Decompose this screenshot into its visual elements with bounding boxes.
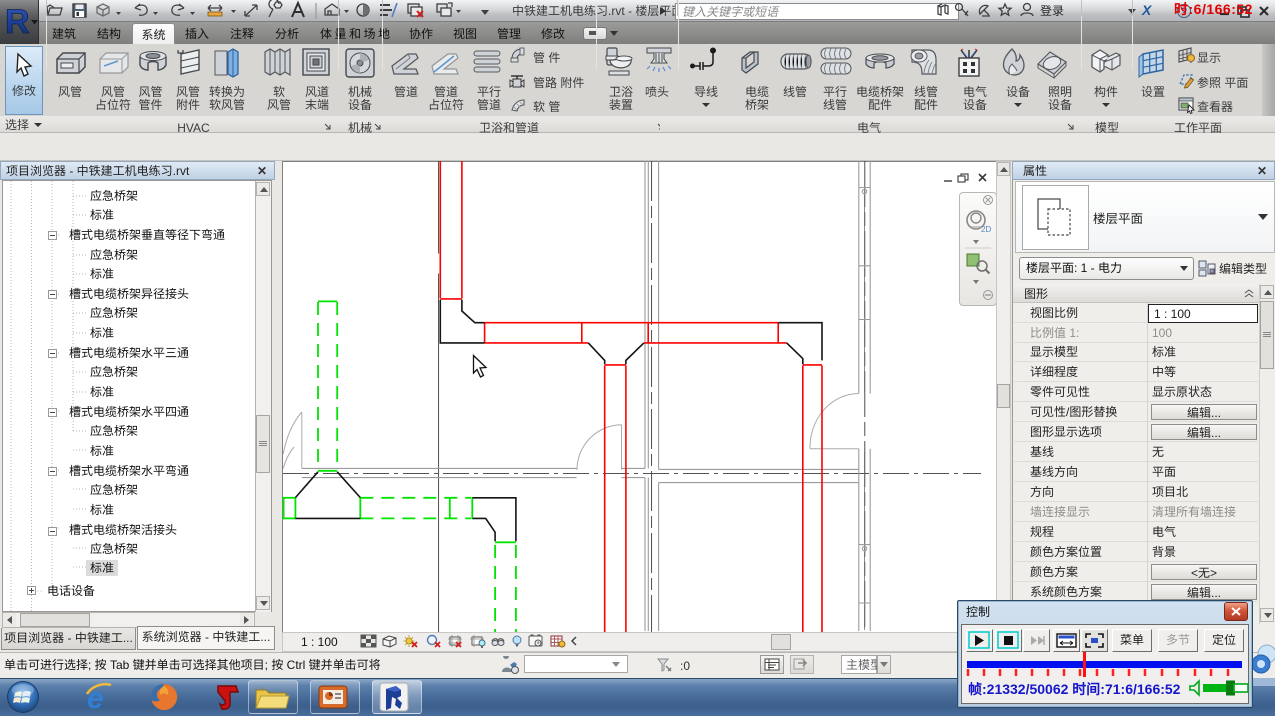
svg-text:R: R: [5, 3, 30, 41]
svg-text:2D: 2D: [981, 225, 991, 234]
